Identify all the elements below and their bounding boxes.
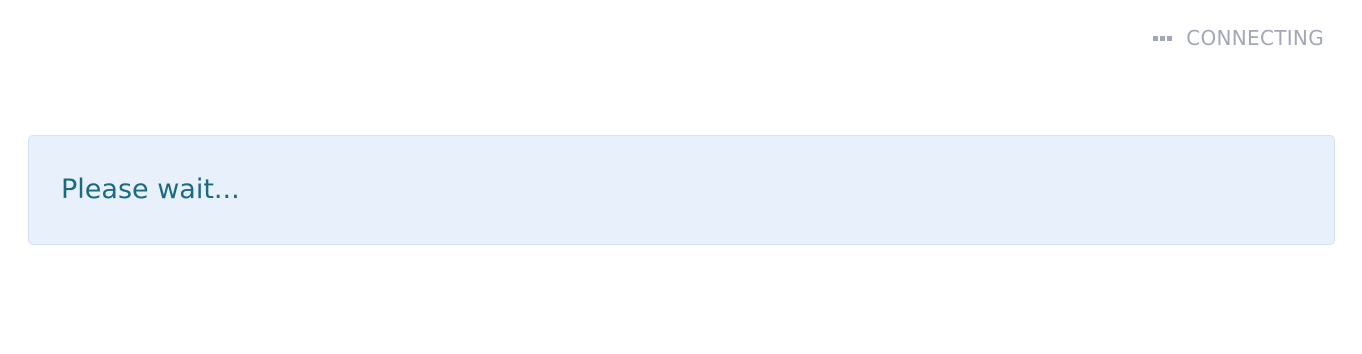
connection-status: CONNECTING (1153, 26, 1324, 50)
page: CONNECTING Please wait... (0, 0, 1362, 354)
ellipsis-icon (1153, 35, 1173, 41)
info-alert: Please wait... (28, 135, 1335, 245)
connection-status-label: CONNECTING (1186, 26, 1324, 50)
alert-message: Please wait... (61, 174, 240, 205)
